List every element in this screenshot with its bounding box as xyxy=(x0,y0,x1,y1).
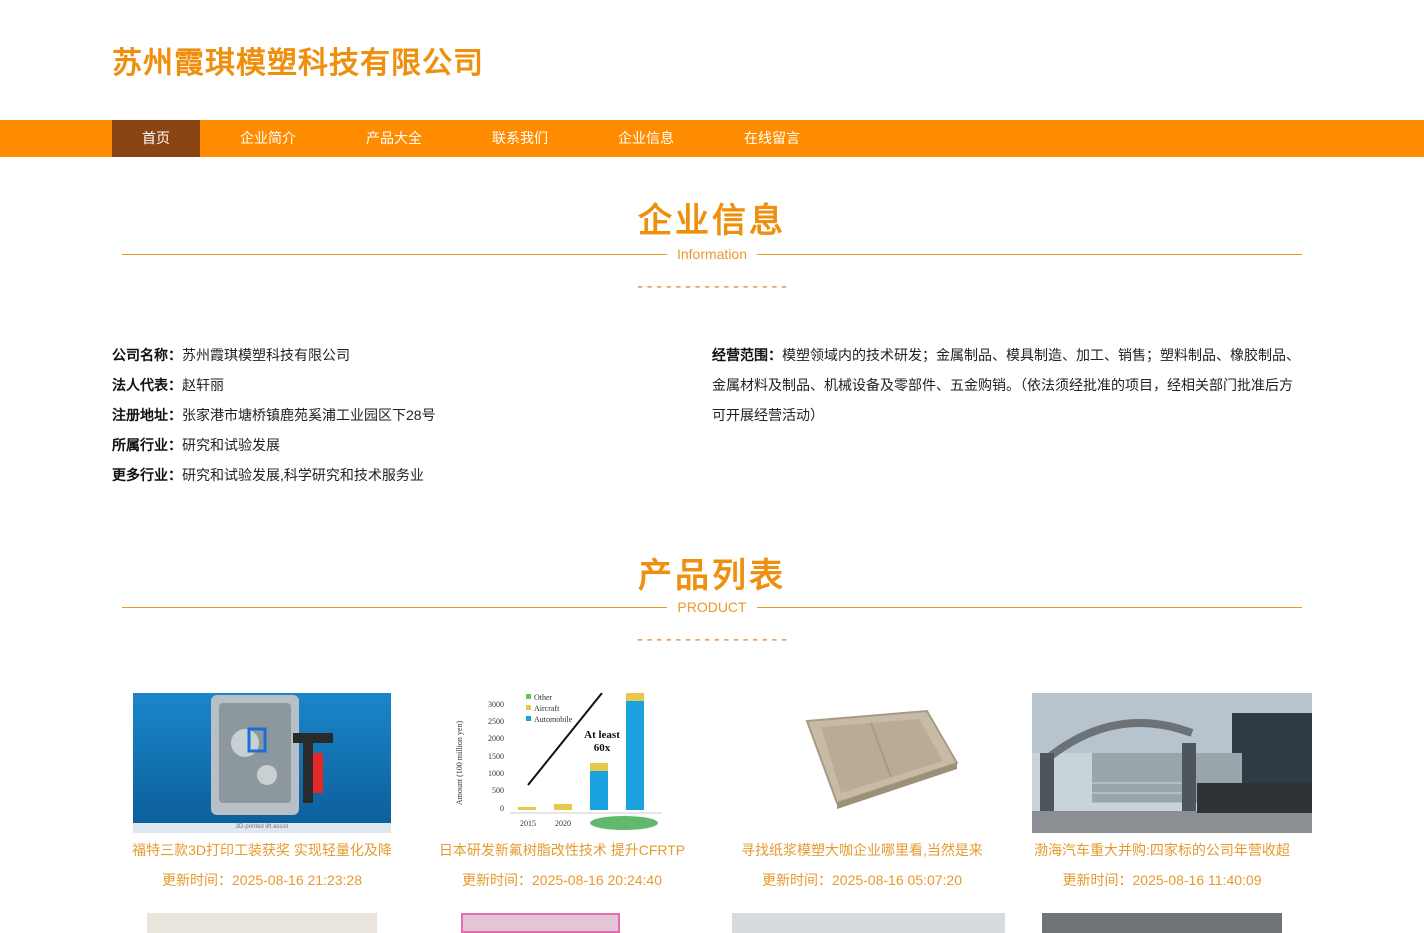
chart-bar xyxy=(626,693,644,701)
company-section-subtitle: Information xyxy=(0,246,1424,262)
product-card[interactable]: 寻找纸浆模塑大咖企业哪里看,当然是来 更新时间：2025-08-16 05:07… xyxy=(712,693,1012,891)
chart-bar xyxy=(590,771,608,810)
chart-ylabel: Amount (100 million yen) xyxy=(455,721,464,806)
product-card[interactable]: Amount (100 million yen) 3000 2500 2000 … xyxy=(412,693,712,891)
product-image[interactable] xyxy=(737,693,987,833)
section-dash-divider: ---------------- xyxy=(635,631,789,649)
product-time: 更新时间：2025-08-16 11:40:09 xyxy=(1062,872,1262,888)
nav-products[interactable]: 产品大全 xyxy=(352,120,436,157)
chart-ytick: 1000 xyxy=(488,769,504,778)
chart-xtick: 2020 xyxy=(555,819,571,828)
main-nav: 首页 企业简介 产品大全 联系我们 企业信息 在线留言 xyxy=(0,120,1424,157)
chart-legend: Other xyxy=(534,693,553,702)
product-time: 更新时间：2025-08-16 21:23:28 xyxy=(162,872,362,888)
nav-company-info[interactable]: 企业信息 xyxy=(604,120,688,157)
product-title[interactable]: 福特三款3D打印工装获奖 实现轻量化及降 xyxy=(112,839,412,861)
image-caption: 3D-printed lift assist xyxy=(235,824,289,830)
nav-home[interactable]: 首页 xyxy=(112,120,200,157)
product-section-subtitle: PRODUCT xyxy=(0,599,1424,615)
chart-bar xyxy=(554,804,572,810)
business-scope-label: 经营范围： xyxy=(712,347,782,363)
product-title[interactable]: 渤海汽车重大并购:四家标的公司年营收超 xyxy=(1012,839,1312,861)
chart-ytick: 3000 xyxy=(488,700,504,709)
chart-annotation: At least xyxy=(584,729,620,741)
product-time: 更新时间：2025-08-16 20:24:40 xyxy=(462,872,662,888)
product-image[interactable]: 3D-printed lift assist xyxy=(133,693,391,833)
legal-rep-value: 赵轩丽 xyxy=(182,377,224,393)
site-title[interactable]: 苏州霞琪模塑科技有限公司 xyxy=(112,38,484,82)
chart-legend: Aircraft xyxy=(534,704,560,713)
more-industry-row: 更多行业：研究和试验发展,科学研究和技术服务业 xyxy=(112,460,672,490)
chart-ytick: 500 xyxy=(492,786,504,795)
nav-contact[interactable]: 联系我们 xyxy=(478,120,562,157)
product-image[interactable] xyxy=(147,913,377,933)
product-time: 更新时间：2025-08-16 05:07:20 xyxy=(762,872,962,888)
nav-message[interactable]: 在线留言 xyxy=(730,120,814,157)
company-info-left: 公司名称：苏州霞琪模塑科技有限公司 法人代表：赵轩丽 注册地址：张家港市塘桥镇鹿… xyxy=(112,340,672,490)
company-name-row: 公司名称：苏州霞琪模塑科技有限公司 xyxy=(112,340,672,370)
business-scope: 经营范围：模塑领域内的技术研发；金属制品、模具制造、加工、销售；塑料制品、橡胶制… xyxy=(712,340,1304,430)
company-name-label: 公司名称： xyxy=(112,347,182,363)
product-image[interactable] xyxy=(1032,693,1312,833)
chart-bar xyxy=(590,763,608,771)
chart-legend: Automobile xyxy=(534,715,573,724)
chart-bar xyxy=(518,807,536,810)
legal-rep-row: 法人代表：赵轩丽 xyxy=(112,370,672,400)
chart-ytick: 0 xyxy=(500,804,504,813)
chart-ytick: 2000 xyxy=(488,734,504,743)
industry-row: 所属行业：研究和试验发展 xyxy=(112,430,672,460)
product-image[interactable] xyxy=(732,913,1005,933)
industry-value: 研究和试验发展 xyxy=(182,437,280,453)
industry-label: 所属行业： xyxy=(112,437,182,453)
section-dash-divider: ---------------- xyxy=(635,278,789,296)
address-value: 张家港市塘桥镇鹿苑奚浦工业园区下28号 xyxy=(182,407,436,423)
svg-text:60x: 60x xyxy=(594,742,611,754)
product-card[interactable]: 渤海汽车重大并购:四家标的公司年营收超 更新时间：2025-08-16 11:4… xyxy=(1012,693,1312,891)
chart-bar xyxy=(626,701,644,810)
product-image[interactable]: Amount (100 million yen) 3000 2500 2000 … xyxy=(452,693,672,833)
more-industry-label: 更多行业： xyxy=(112,467,182,483)
product-title[interactable]: 寻找纸浆模塑大咖企业哪里看,当然是来 xyxy=(712,839,1012,861)
chart-ytick: 2500 xyxy=(488,717,504,726)
more-industry-value: 研究和试验发展,科学研究和技术服务业 xyxy=(182,467,424,483)
product-image[interactable] xyxy=(461,913,620,933)
product-section-title: 产品列表 xyxy=(638,558,786,595)
address-label: 注册地址： xyxy=(112,407,182,423)
address-row: 注册地址：张家港市塘桥镇鹿苑奚浦工业园区下28号 xyxy=(112,400,672,430)
chart-xtick: 2015 xyxy=(520,819,536,828)
product-card[interactable]: 3D-printed lift assist 福特三款3D打印工装获奖 实现轻量… xyxy=(112,693,412,891)
business-scope-value: 模塑领域内的技术研发；金属制品、模具制造、加工、销售；塑料制品、橡胶制品、金属材… xyxy=(712,347,1300,423)
legal-rep-label: 法人代表： xyxy=(112,377,182,393)
chart-ytick: 1500 xyxy=(488,752,504,761)
product-title[interactable]: 日本研发新氟树脂改性技术 提升CFRTP xyxy=(412,839,712,861)
company-section-title: 企业信息 xyxy=(638,203,786,240)
product-image[interactable] xyxy=(1042,913,1282,933)
nav-about[interactable]: 企业简介 xyxy=(226,120,310,157)
company-name-value: 苏州霞琪模塑科技有限公司 xyxy=(182,347,350,363)
